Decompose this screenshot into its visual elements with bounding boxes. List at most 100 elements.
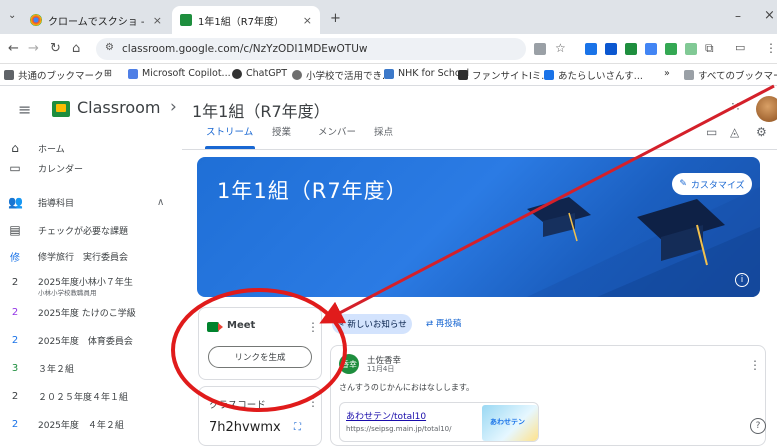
more-vert-icon[interactable]: ⋮ (749, 358, 761, 372)
sidebar-item-calendar[interactable]: ▭ カレンダー (0, 154, 182, 182)
home-icon[interactable]: ⌂ (72, 41, 80, 56)
minimize-button[interactable]: – (735, 9, 741, 23)
bookmark-label: Microsoft Copilot... (142, 68, 231, 79)
bookmark-item-nhk[interactable]: NHK for School (384, 68, 469, 79)
apps-grid-icon[interactable]: ⊞ (104, 68, 112, 79)
address-bar-row: ← → ↻ ⌂ ⚙ classroom.google.com/c/NzYzODI… (0, 34, 777, 64)
sidebar-item-label: ３年２組 (38, 364, 75, 375)
bookmark-item-chatgpt[interactable]: ChatGPT (232, 68, 287, 79)
browser-tab-screenshot[interactable]: クロームでスクショ - Googl × (22, 6, 170, 34)
sidebar-item-label: ２０２５年度４年１組 (38, 392, 129, 403)
browser-tab-classroom[interactable]: 1年1組（R7年度） × (172, 6, 320, 34)
extension-icon-grid[interactable] (605, 43, 617, 55)
link-attachment[interactable]: あわせテン/total10 https://seipsg.main.jp/tot… (339, 402, 539, 442)
bookmark-item-fansite[interactable]: ファンサイトⅠミ... (458, 68, 550, 82)
calendar-icon: ▭ (9, 161, 21, 175)
class-badge: 3 (11, 362, 19, 374)
sidebar-item-sublabel: 小林小学校教職員用 (38, 289, 97, 297)
forward-arrow-icon[interactable]: → (28, 41, 39, 56)
url-field[interactable]: ⚙ classroom.google.com/c/NzYzODI1MDEwOTU… (96, 38, 526, 60)
sidebar-item-label: カレンダー (38, 164, 84, 175)
bookmark-label: あたらしいさんす... (558, 71, 643, 82)
google-apps-icon[interactable]: ⁙ (730, 100, 741, 115)
sidebar: ⌂ ホーム ▭ カレンダー 👥 指導科目 ∧ ▤ チェックが必要な課題 修 修学… (0, 134, 182, 446)
info-icon[interactable]: i (735, 273, 749, 287)
tab-classwork[interactable]: 授業 (272, 124, 291, 138)
tab-people[interactable]: メンバー (318, 124, 356, 138)
link-title[interactable]: あわせテン/total10 (346, 409, 426, 422)
close-tab-icon[interactable]: × (153, 14, 162, 27)
extension-icon-shield[interactable] (625, 43, 637, 55)
generate-link-button[interactable]: リンクを生成 (208, 346, 312, 368)
customize-button[interactable]: ✎ カスタマイズ (672, 173, 752, 195)
sidebar-item-class[interactable]: 2 ２０２５年度４年１組 (0, 382, 182, 410)
close-tab-icon[interactable]: × (303, 14, 312, 27)
menu-dots-icon[interactable]: ⋮ (765, 41, 777, 55)
new-tab-button[interactable]: + (330, 11, 341, 26)
tab-title: クロームでスクショ - Googl (48, 16, 147, 28)
tab-grades[interactable]: 採点 (374, 124, 393, 138)
drive-icon[interactable]: ◬ (730, 125, 739, 139)
extension-icon-pen[interactable] (585, 43, 597, 55)
calendar-icon[interactable]: ▭ (706, 125, 717, 139)
bookmark-folder-icon (4, 70, 14, 80)
breadcrumb-separator: › (170, 97, 177, 117)
stream-post: 香幸 土佐香幸 11月4日 ⋮ さんすうのじかんにおはなしします。 あわせテン/… (330, 345, 766, 446)
extension-icon-green[interactable] (685, 43, 697, 55)
sidebar-item-label: 指導科目 (38, 198, 75, 209)
sidebar-item-label: 2025年度 ４年２組 (38, 420, 124, 431)
bookmark-star-icon[interactable]: ☆ (555, 41, 566, 55)
reload-icon[interactable]: ↻ (50, 41, 61, 56)
sidebar-item-class[interactable]: 2 2025年度 ４年２組 (0, 410, 182, 438)
bookmark-item-copilot[interactable]: Microsoft Copilot... (128, 68, 231, 79)
classroom-logo-icon[interactable] (52, 101, 70, 117)
sidebar-item-class[interactable]: 2 2025年度小林小７年生 小林小学校教職員用 (0, 268, 182, 298)
url-text: classroom.google.com/c/NzYzODI1MDEwOTUw (122, 43, 368, 55)
review-icon: ▤ (9, 223, 21, 237)
side-panel-icon[interactable]: ▭ (735, 41, 745, 54)
sidebar-item-class[interactable]: 2 2025年度 体育委員会 (0, 326, 182, 354)
tab-list-chevron-icon[interactable]: ⌄ (8, 10, 16, 21)
bookmark-label: 共通のブックマーク (18, 71, 104, 82)
more-vert-icon[interactable]: ⋮ (307, 320, 319, 334)
translate-icon[interactable] (534, 43, 546, 55)
sidebar-item-todo[interactable]: ▤ チェックが必要な課題 (0, 216, 182, 244)
sidebar-item-class[interactable]: 修 修学旅行 実行委員会 (0, 242, 182, 270)
meet-card: Meet ⋮ リンクを生成 (198, 307, 322, 380)
fullscreen-icon[interactable]: ⛶ (294, 422, 301, 433)
bookmark-item-all[interactable]: すべてのブックマーク (684, 68, 777, 82)
site-info-icon[interactable]: ⚙ (105, 42, 114, 53)
repost-label: 再投稿 (435, 319, 462, 329)
author-avatar: 香幸 (339, 354, 359, 374)
extension-icon-sheet[interactable] (665, 43, 677, 55)
more-vert-icon[interactable]: ⋮ (307, 395, 319, 409)
bookmark-item-sansu[interactable]: あたらしいさんす... (544, 68, 643, 82)
extensions-puzzle-icon[interactable]: ⧉ (705, 41, 714, 56)
new-announcement-button[interactable]: ✎ 新しいお知らせ (332, 314, 412, 334)
class-badge: 2 (11, 306, 19, 318)
extension-icon-doc[interactable] (645, 43, 657, 55)
help-icon[interactable]: ? (750, 418, 766, 434)
settings-gear-icon[interactable]: ⚙ (756, 125, 767, 139)
pencil-icon: ✎ (679, 179, 687, 189)
main-menu-icon[interactable]: ≡ (18, 100, 31, 119)
tab-stream[interactable]: ストリーム (206, 124, 253, 138)
meet-title: Meet (227, 320, 256, 331)
bookmark-item-elementary[interactable]: 小学校で活用でき... (292, 68, 391, 82)
folder-icon (684, 70, 694, 80)
repost-button[interactable]: ⇄ 再投稿 (426, 317, 461, 329)
chevron-up-icon[interactable]: ∧ (157, 197, 164, 208)
pencil-icon: ✎ (337, 319, 345, 329)
sidebar-item-teaching[interactable]: 👥 指導科目 ∧ (0, 188, 182, 216)
bookmark-item-shared[interactable]: 共通のブックマーク (4, 68, 104, 82)
sidebar-item-class[interactable]: 2 2025年度 たけのこ学級 (0, 298, 182, 326)
classroom-favicon-icon (180, 14, 192, 26)
bookmarks-overflow-icon[interactable]: » (664, 68, 670, 79)
back-arrow-icon[interactable]: ← (8, 41, 19, 56)
sidebar-item-label: 2025年度 体育委員会 (38, 336, 133, 347)
class-code-value: 7h2hvwmx (209, 420, 281, 435)
account-avatar[interactable] (756, 96, 777, 122)
close-window-button[interactable]: × (764, 8, 775, 23)
app-title[interactable]: Classroom (77, 98, 160, 117)
sidebar-item-class[interactable]: 3 ３年２組 (0, 354, 182, 382)
